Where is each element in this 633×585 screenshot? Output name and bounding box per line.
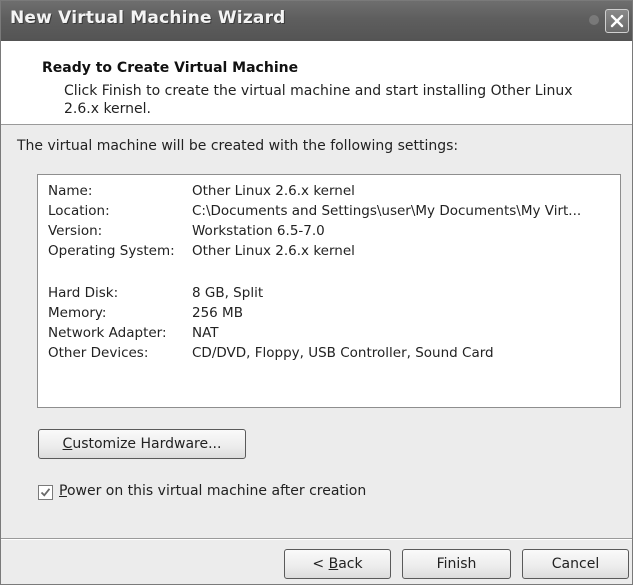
close-button[interactable] <box>605 9 629 33</box>
power-on-mnemonic: P <box>59 483 67 499</box>
setting-value: CD/DVD, Floppy, USB Controller, Sound Ca… <box>192 345 494 361</box>
finish-button[interactable]: Finish <box>402 549 511 579</box>
setting-value: 256 MB <box>192 305 243 321</box>
settings-intro-text: The virtual machine will be created with… <box>17 138 459 154</box>
footer-separator <box>1 538 632 540</box>
setting-value: Workstation 6.5-7.0 <box>192 223 325 239</box>
setting-label: Operating System: <box>48 243 175 259</box>
settings-summary-box: Name: Other Linux 2.6.x kernel Location:… <box>37 174 621 408</box>
setting-label: Location: <box>48 203 110 219</box>
setting-value: C:\Documents and Settings\user\My Docume… <box>192 203 582 219</box>
customize-hardware-mnemonic: C <box>62 436 73 452</box>
back-label: ack <box>338 556 363 572</box>
cancel-button[interactable]: Cancel <box>522 549 629 579</box>
title-bar-ornament <box>589 15 599 25</box>
setting-value: 8 GB, Split <box>192 285 264 301</box>
window-title: New Virtual Machine Wizard <box>10 8 286 28</box>
back-prefix: < <box>312 556 329 572</box>
setting-value: Other Linux 2.6.x kernel <box>192 183 355 199</box>
setting-label: Network Adapter: <box>48 325 167 341</box>
setting-label: Hard Disk: <box>48 285 119 301</box>
setting-label: Name: <box>48 183 93 199</box>
back-button[interactable]: < Back <box>284 549 391 579</box>
setting-value: NAT <box>192 325 219 341</box>
page-title: Ready to Create Virtual Machine <box>42 60 299 76</box>
close-icon <box>610 14 624 28</box>
title-bar[interactable]: New Virtual Machine Wizard <box>1 1 632 41</box>
wizard-window: New Virtual Machine Wizard Ready to Crea… <box>0 0 633 585</box>
power-on-checkbox[interactable] <box>38 485 53 500</box>
setting-label: Memory: <box>48 305 107 321</box>
page-description: Click Finish to create the virtual machi… <box>64 83 573 117</box>
power-on-label: Power on this virtual machine after crea… <box>59 483 366 499</box>
checkmark-icon <box>40 488 51 497</box>
setting-value: Other Linux 2.6.x kernel <box>192 243 355 259</box>
wizard-header: Ready to Create Virtual Machine Click Fi… <box>1 41 632 125</box>
power-on-label-text: ower on this virtual machine after creat… <box>66 483 367 499</box>
back-mnemonic: B <box>328 556 339 572</box>
customize-hardware-label: ustomize Hardware... <box>72 436 222 452</box>
customize-hardware-button[interactable]: Customize Hardware... <box>38 429 246 459</box>
setting-label: Version: <box>48 223 103 239</box>
setting-label: Other Devices: <box>48 345 149 361</box>
